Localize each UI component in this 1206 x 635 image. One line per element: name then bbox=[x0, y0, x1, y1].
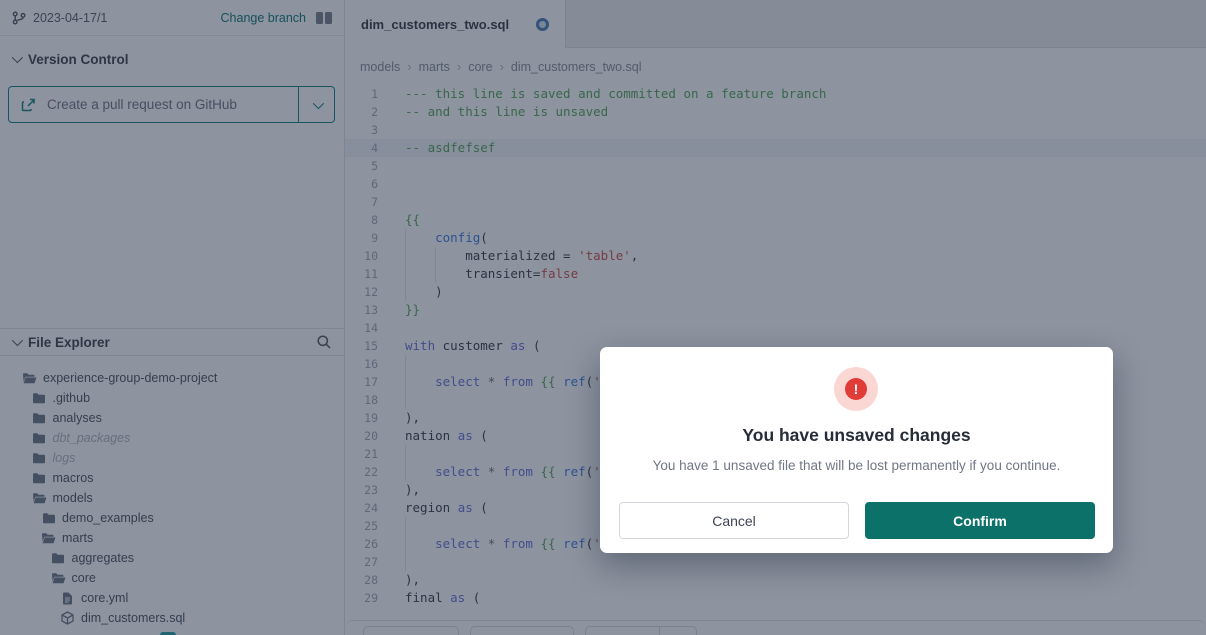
unsaved-changes-dialog: ! You have unsaved changes You have 1 un… bbox=[600, 347, 1113, 553]
dialog-title: You have unsaved changes bbox=[600, 425, 1113, 446]
dbt-cloud-ide: 2023-04-17/1 Change branch Version Contr… bbox=[0, 0, 1206, 635]
cancel-button[interactable]: Cancel bbox=[619, 502, 849, 539]
confirm-button[interactable]: Confirm bbox=[865, 502, 1095, 539]
alert-exclamation-icon: ! bbox=[845, 378, 867, 400]
dialog-message: You have 1 unsaved file that will be los… bbox=[600, 458, 1113, 473]
alert-icon-ring: ! bbox=[834, 367, 878, 411]
